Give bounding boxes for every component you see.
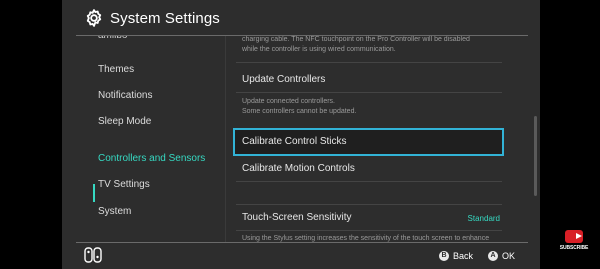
scrollbar[interactable] bbox=[534, 116, 537, 196]
youtube-play-icon bbox=[565, 230, 583, 243]
switch-screen: System Settings amiibo Themes Notificati… bbox=[62, 0, 540, 269]
sidebar-item-themes[interactable]: Themes bbox=[98, 64, 134, 75]
joycon-icon bbox=[84, 247, 102, 263]
sidebar-item-controllers-and-sensors[interactable]: Controllers and Sensors bbox=[98, 153, 205, 164]
update-controllers-button[interactable]: Update Controllers bbox=[242, 74, 325, 85]
touch-screen-sensitivity-button[interactable]: Touch-Screen Sensitivity bbox=[242, 212, 352, 223]
page-title: System Settings bbox=[110, 10, 220, 27]
a-button-icon[interactable]: A bbox=[488, 251, 498, 261]
gear-icon bbox=[86, 9, 102, 27]
calibrate-motion-controls-button[interactable]: Calibrate Motion Controls bbox=[242, 163, 355, 174]
sidebar: amiibo Themes Notifications Sleep Mode C… bbox=[62, 36, 225, 242]
update-controllers-description-line-2: Some controllers cannot be updated. bbox=[242, 108, 357, 115]
active-indicator bbox=[93, 184, 95, 202]
sidebar-item-amiibo[interactable]: amiibo bbox=[98, 36, 127, 41]
pro-controller-description-line-2: while the controller is using wired comm… bbox=[242, 46, 396, 53]
pro-controller-description-line-1: charging cable. The NFC touchpoint on th… bbox=[242, 36, 470, 43]
b-button-icon[interactable]: B bbox=[439, 251, 449, 261]
update-controllers-description-line-1: Update connected controllers. bbox=[242, 98, 335, 105]
divider bbox=[236, 92, 502, 93]
sidebar-item-system[interactable]: System bbox=[98, 206, 131, 217]
back-button[interactable]: Back bbox=[453, 251, 473, 261]
footer: B Back A OK bbox=[62, 243, 540, 269]
touch-screen-sensitivity-value: Standard bbox=[467, 214, 500, 223]
youtube-subscribe-badge[interactable]: SUBSCRIBE bbox=[560, 230, 588, 262]
touch-screen-description: Using the Stylus setting increases the s… bbox=[242, 235, 490, 242]
sidebar-item-tv-settings[interactable]: TV Settings bbox=[98, 179, 150, 190]
ok-button[interactable]: OK bbox=[502, 251, 515, 261]
divider bbox=[236, 62, 502, 63]
calibrate-control-sticks-button[interactable]: Calibrate Control Sticks bbox=[242, 136, 346, 147]
sidebar-item-notifications[interactable]: Notifications bbox=[98, 90, 152, 101]
header: System Settings bbox=[62, 0, 540, 35]
sidebar-item-sleep-mode[interactable]: Sleep Mode bbox=[98, 116, 151, 127]
divider bbox=[236, 204, 502, 205]
divider bbox=[236, 230, 502, 231]
divider bbox=[236, 181, 502, 182]
subscribe-label: SUBSCRIBE bbox=[559, 245, 589, 251]
settings-content: charging cable. The NFC touchpoint on th… bbox=[226, 36, 540, 242]
